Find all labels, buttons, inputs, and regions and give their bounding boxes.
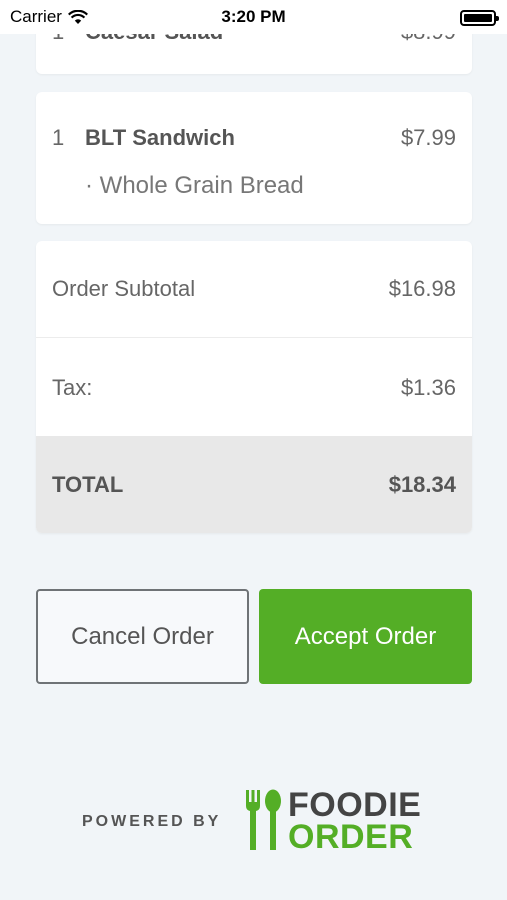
fork-spoon-icon: [246, 789, 281, 850]
subtotal-row: Order Subtotal $16.98: [36, 241, 472, 338]
item-quantity: 1: [52, 125, 65, 150]
subtotal-label: Order Subtotal: [52, 276, 196, 301]
tax-label: Tax:: [52, 374, 93, 400]
cancel-order-button[interactable]: Cancel Order: [36, 589, 249, 684]
accept-order-button[interactable]: Accept Order: [259, 589, 472, 684]
item-name: BLT Sandwich: [85, 125, 235, 150]
item-price: $7.99: [400, 125, 456, 150]
status-bar: Carrier 3:20 PM: [0, 0, 507, 34]
total-label: TOTAL: [52, 471, 124, 497]
powered-by-label: POWERED BY: [82, 813, 222, 830]
status-time: 3:20 PM: [221, 7, 286, 26]
total-row: TOTAL $18.34: [36, 436, 472, 533]
total-value: $18.34: [388, 471, 456, 497]
subtotal-value: $16.98: [388, 276, 456, 301]
order-item-card: 1 BLT Sandwich $7.99 · Whole Grain Bread: [36, 92, 472, 224]
tax-row: Tax: $1.36: [36, 339, 472, 436]
order-totals-card: Order Subtotal $16.98 Tax: $1.36 TOTAL $…: [36, 241, 472, 533]
brand-name-order: ORDER: [288, 818, 414, 856]
battery-icon: [460, 10, 499, 26]
tax-value: $1.36: [400, 374, 456, 400]
item-modifier: · Whole Grain Bread: [85, 172, 304, 199]
